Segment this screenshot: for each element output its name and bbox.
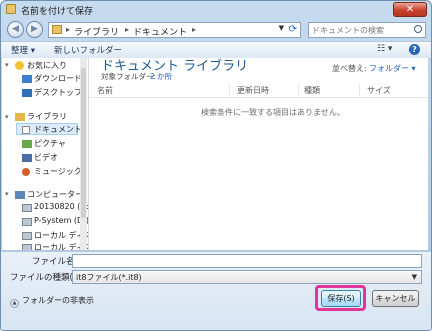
column-divider[interactable] [359,84,360,96]
computer-icon [15,191,25,199]
download-icon [22,75,32,83]
drive-icon [22,232,32,240]
column-divider[interactable] [229,84,230,96]
address-bar[interactable]: ▸ ライブラリ ▸ ドキュメント ▸ ▼ ⟳ [48,22,301,38]
breadcrumb-documents[interactable]: ドキュメント [133,25,187,38]
title-bar: 名前を付けて保存 ✕ [1,1,431,18]
library-icon [15,113,25,121]
save-as-dialog: 名前を付けて保存 ✕ ◀ ▶ ▸ ライブラリ ▸ ドキュメント ▸ ▼ ⟳ 整理… [0,0,432,331]
sidebar-item-favorites[interactable]: お気に入り [27,60,67,71]
drive-icon [22,204,32,212]
sidebar-item-libraries[interactable]: ライブラリ [27,111,67,122]
column-header-size[interactable]: サイズ [367,85,391,96]
target-folders-link[interactable]: 2 か所 [150,71,172,82]
breadcrumb-separator: ▸ [192,25,197,34]
column-divider[interactable] [298,84,299,96]
music-icon [22,168,30,176]
folder-icon [52,25,62,34]
hide-folders-button[interactable]: ▲ フォルダーの非表示 [10,295,94,308]
refresh-icon[interactable]: ⟳ [289,24,297,35]
chevron-down-icon[interactable]: ▼ [412,273,417,281]
sidebar-item-downloads[interactable]: ダウンロード [34,73,82,84]
filetype-value: it8ファイル(*.it8) [76,273,142,282]
column-header-row: 名前 更新日時 種類 サイズ [89,84,428,98]
arrange-by-dropdown[interactable]: フォルダー ▾ [369,63,416,74]
column-header-date[interactable]: 更新日時 [237,85,269,96]
expand-arrow-icon[interactable]: ▾ [5,61,9,69]
help-icon[interactable]: ? [409,44,420,55]
file-list-pane: ドキュメント ライブラリ 対象フォルダー: 2 か所 並べ替え: フォルダー ▾… [89,58,428,250]
search-box[interactable] [308,22,426,38]
video-icon [22,154,32,162]
desktop-icon [22,89,32,97]
save-form: ファイル名(N): ファイルの種類(T): it8ファイル(*.it8) ▼ ▲… [1,251,431,330]
column-header-name[interactable]: 名前 [97,85,113,96]
sidebar-item-music[interactable]: ミュージック [34,166,82,177]
breadcrumb-separator: ▸ [66,25,71,34]
navigation-pane: ▾ お気に入り ダウンロード デスクトップ ▾ ライブラリ ドキュメント ピクチ… [2,58,89,250]
expand-arrow-icon[interactable]: ▾ [5,190,9,198]
document-icon [22,126,30,134]
sidebar-item-desktop[interactable]: デスクトップ [34,87,82,98]
column-header-type[interactable]: 種類 [304,85,320,96]
empty-message: 検索条件に一致する項目はありません。 [201,108,345,117]
sidebar-scrollbar-thumb[interactable] [81,68,86,218]
arrange-by-label: 並べ替え: [332,64,367,73]
filename-input[interactable] [72,254,422,268]
back-button[interactable]: ◀ [7,21,24,38]
chevron-up-icon: ▲ [10,299,19,308]
target-folders-label: 対象フォルダー: [101,72,157,81]
window-title: 名前を付けて保存 [21,7,94,17]
folder-icon [6,4,16,14]
expand-arrow-icon[interactable]: ▾ [5,113,9,121]
search-input[interactable] [312,24,407,36]
sidebar-item-computer[interactable]: コンピューター [27,189,83,200]
save-button[interactable]: 保存(S) [321,290,361,307]
breadcrumb-separator: ▸ [125,25,130,34]
cancel-button[interactable]: キャンセル [372,290,419,307]
drive-icon [22,244,32,250]
hide-folders-label: フォルダーの非表示 [22,296,94,305]
drive-icon [22,218,32,226]
view-options-icon[interactable]: ☷ ▾ [377,44,392,54]
chevron-down-icon[interactable]: ▼ [279,24,284,32]
star-icon [15,61,24,70]
sidebar-item-videos[interactable]: ビデオ [34,152,58,163]
sidebar-item-pictures[interactable]: ピクチャ [34,138,66,149]
organize-button[interactable]: 整理 ▾ [11,44,35,56]
search-icon[interactable] [414,25,422,33]
picture-icon [22,140,32,148]
filetype-select[interactable]: it8ファイル(*.it8) ▼ [72,270,422,284]
navigation-bar: ◀ ▶ ▸ ライブラリ ▸ ドキュメント ▸ ▼ ⟳ [1,18,431,41]
close-button[interactable]: ✕ [393,2,427,17]
sidebar-item-documents[interactable]: ドキュメント [34,124,82,135]
breadcrumb-libraries[interactable]: ライブラリ [74,25,119,38]
forward-button[interactable]: ▶ [26,21,43,38]
